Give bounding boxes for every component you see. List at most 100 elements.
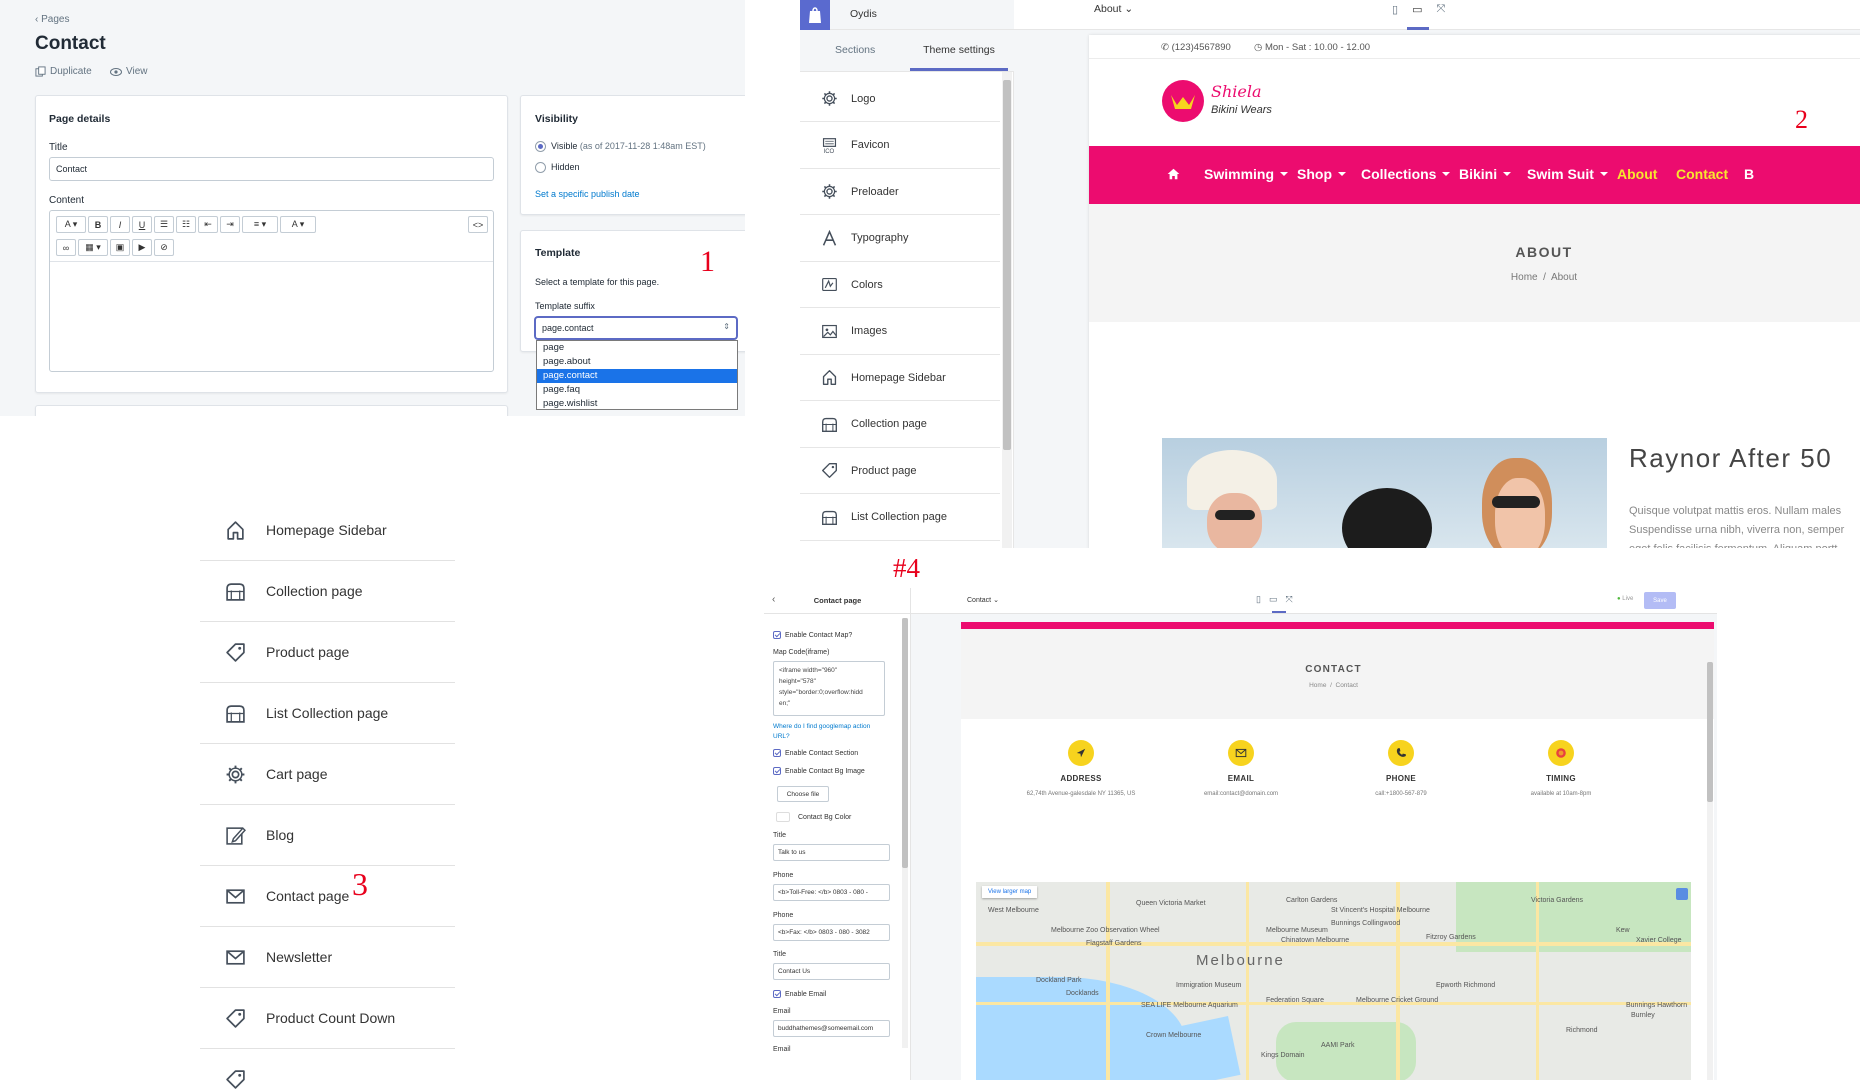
phone2-input[interactable]: <b>Fax: </b> 0803 - 080 - 3082 — [773, 924, 890, 941]
crumb-home[interactable]: Home — [1309, 682, 1326, 689]
breadcrumb[interactable]: ‹ Pages — [35, 14, 69, 25]
view-larger-map-link[interactable]: View larger map — [982, 886, 1038, 898]
indent-button[interactable]: ⇥ — [220, 216, 240, 233]
template-suffix-select[interactable]: page.contact ⇕ — [535, 317, 737, 339]
visible-radio[interactable]: Visible (as of 2017-11-28 1:48am EST) — [535, 141, 706, 153]
template-option-selected[interactable]: page.contact — [537, 369, 737, 383]
tab-theme-settings[interactable]: Theme settings — [910, 44, 1008, 56]
enable-section-checkbox[interactable]: Enable Contact Section — [773, 749, 858, 757]
title-input[interactable]: Contact — [49, 157, 494, 181]
settings-item[interactable]: Images — [800, 309, 1000, 355]
duplicate-button[interactable]: Duplicate — [35, 66, 92, 77]
align-button[interactable]: ≡ ▾ — [242, 216, 278, 233]
nav-item[interactable]: Contact — [1676, 166, 1728, 182]
nav-home-icon[interactable] — [1167, 168, 1180, 180]
rich-text-editor[interactable]: A ▾ B I U ☰ ☷ ⇤ ⇥ ≡ ▾ A ▾ <> ∞ ▦ ▾ ▣ ▶ ⊘ — [49, 210, 494, 372]
clear-format-button[interactable]: ⊘ — [154, 239, 174, 256]
hidden-radio[interactable]: Hidden — [535, 162, 580, 174]
hidden-radio-dot[interactable] — [535, 162, 546, 174]
settings-item[interactable]: Product page — [800, 448, 1000, 494]
scrollbar-thumb[interactable] — [1003, 80, 1011, 450]
title1-input[interactable]: Talk to us — [773, 844, 890, 861]
settings-item[interactable]: Blog — [200, 805, 455, 866]
nav-item[interactable]: Shop — [1297, 166, 1346, 182]
nav-item[interactable]: Swim Suit — [1527, 166, 1608, 182]
checkbox-icon[interactable] — [773, 749, 781, 757]
visible-radio-dot[interactable] — [535, 141, 546, 153]
device-toggle-icons[interactable]: ▯▭⤧ — [1256, 594, 1301, 605]
store-logo[interactable] — [1161, 79, 1205, 123]
phone1-input[interactable]: <b>Toll-Free: </b> 0803 - 080 - — [773, 884, 890, 901]
enable-bg-checkbox[interactable]: Enable Contact Bg Image — [773, 767, 865, 775]
email-input[interactable]: buddhathemes@someemail.com — [773, 1020, 890, 1037]
pegman-icon[interactable] — [1676, 888, 1688, 900]
scrollbar-thumb[interactable] — [902, 618, 908, 868]
publish-date-link[interactable]: Set a specific publish date — [535, 189, 640, 199]
fullscreen-view-icon[interactable]: ⤧ — [1436, 3, 1445, 16]
font-size-button[interactable]: A ▾ — [56, 216, 86, 233]
checkbox-icon[interactable] — [773, 631, 781, 639]
bg-color-swatch[interactable] — [776, 812, 790, 822]
save-button[interactable]: Save — [1644, 592, 1676, 609]
underline-button[interactable]: U — [132, 216, 152, 233]
settings-item[interactable]: Logo — [800, 76, 1000, 122]
map-help-link[interactable]: Where do I find googlemap action URL? — [773, 722, 885, 742]
nav-item[interactable]: Collections — [1361, 166, 1451, 182]
map-code-textarea[interactable]: <iframe width="960" height="578" style="… — [773, 661, 885, 716]
settings-item[interactable]: Newsletter — [200, 927, 455, 988]
template-option[interactable]: page — [537, 341, 737, 355]
settings-item[interactable]: Typography — [800, 216, 1000, 262]
contact-map[interactable]: View larger map Melbourne West Melbourne… — [976, 882, 1691, 1080]
template-option[interactable]: page.about — [537, 355, 737, 369]
settings-item[interactable]: Homepage Sidebar — [800, 355, 1000, 401]
settings-item[interactable]: Colors — [800, 262, 1000, 308]
enable-email-checkbox[interactable]: Enable Email — [773, 990, 826, 998]
preview-scrollbar[interactable] — [1707, 662, 1713, 1080]
numbered-list-button[interactable]: ☷ — [176, 216, 196, 233]
link-button[interactable]: ∞ — [56, 239, 76, 256]
title2-input[interactable]: Contact Us — [773, 963, 890, 980]
settings-item[interactable]: Contact page — [200, 866, 455, 927]
nav-item[interactable]: Bikini — [1459, 166, 1512, 182]
choose-file-button[interactable]: Choose file — [777, 786, 829, 802]
sidebar-scrollbar[interactable] — [1002, 72, 1012, 548]
settings-item[interactable]: List Collection page — [800, 495, 1000, 541]
template-option[interactable]: page.faq — [537, 383, 737, 397]
view-button[interactable]: View — [110, 66, 148, 77]
page-selector[interactable]: Contact ⌄ — [967, 596, 999, 604]
image-button[interactable]: ▣ — [110, 239, 130, 256]
outdent-button[interactable]: ⇤ — [198, 216, 218, 233]
settings-item[interactable]: Product Count Down — [200, 988, 455, 1049]
tab-sections[interactable]: Sections — [835, 44, 875, 56]
settings-item[interactable]: ICO Favicon — [800, 123, 1000, 169]
italic-button[interactable]: I — [110, 216, 130, 233]
checkbox-icon[interactable] — [773, 990, 781, 998]
settings-item[interactable]: List Collection page — [200, 683, 455, 744]
crumb-home[interactable]: Home — [1511, 272, 1538, 283]
html-toggle-button[interactable]: <> — [468, 216, 488, 233]
page-selector[interactable]: About ⌄ — [1094, 3, 1133, 15]
nav-item[interactable]: B — [1744, 166, 1754, 182]
template-option[interactable]: page.wishlist — [537, 397, 737, 411]
enable-map-checkbox[interactable]: Enable Contact Map? — [773, 631, 852, 639]
nav-item[interactable]: About — [1617, 166, 1657, 182]
bold-button[interactable]: B — [88, 216, 108, 233]
nav-item[interactable]: Swimming — [1204, 166, 1289, 182]
scrollbar-thumb[interactable] — [1707, 662, 1713, 802]
video-button[interactable]: ▶ — [132, 239, 152, 256]
bullet-list-button[interactable]: ☰ — [154, 216, 174, 233]
text-color-button[interactable]: A ▾ — [280, 216, 316, 233]
settings-item[interactable]: Homepage Sidebar — [200, 500, 455, 561]
settings-item[interactable]: Preloader — [800, 169, 1000, 215]
breadcrumb-label[interactable]: Pages — [41, 14, 69, 25]
settings-item[interactable]: Product page — [200, 622, 455, 683]
settings-item[interactable]: Collection page — [800, 402, 1000, 448]
sidebar-scrollbar[interactable] — [902, 618, 908, 1048]
settings-item-partial[interactable] — [200, 1049, 455, 1089]
table-button[interactable]: ▦ ▾ — [78, 239, 108, 256]
settings-item[interactable]: Cart page — [200, 744, 455, 805]
desktop-view-icon[interactable]: ▭ — [1412, 3, 1422, 16]
mobile-view-icon[interactable]: ▯ — [1392, 3, 1398, 16]
settings-item[interactable]: Collection page — [200, 561, 455, 622]
checkbox-icon[interactable] — [773, 767, 781, 775]
